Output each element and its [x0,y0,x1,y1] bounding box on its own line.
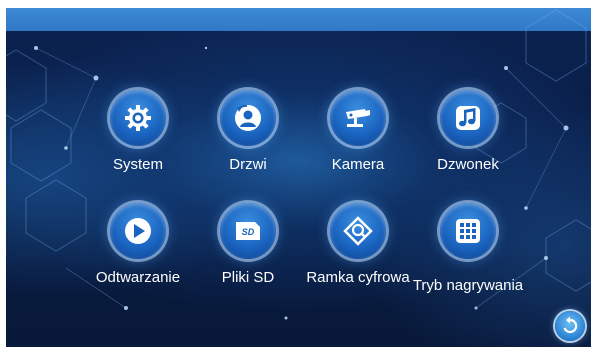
menu-label-dzwonek: Dzwonek [437,156,499,173]
menu-item-tryb-nagrywania[interactable]: Tryb nagrywania [408,203,528,294]
menu-label-tryb-nagrywania: Tryb nagrywania [412,277,524,294]
back-arrow-icon [563,316,578,334]
grid-icon [440,203,496,259]
back-button[interactable] [555,311,585,341]
sd-card-icon: SD [220,203,276,259]
play-icon [110,203,166,259]
photo-frame-icon [330,203,386,259]
gear-icon [110,90,166,146]
menu-item-dzwonek[interactable]: Dzwonek [408,90,528,180]
door-user-icon [220,90,276,146]
cctv-camera-icon [330,90,386,146]
home-screen: System Drzwi Kamera Dzwonek Odtwarzanie … [6,8,591,347]
music-note-icon [440,90,496,146]
svg-text:SD: SD [242,227,255,237]
